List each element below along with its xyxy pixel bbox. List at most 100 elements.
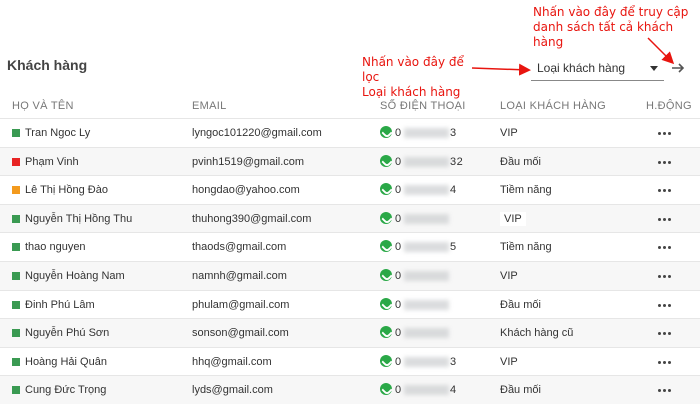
phone-end: 5	[450, 241, 457, 254]
phone-start: 0	[395, 184, 402, 197]
column-header-action: H.ĐỘNG	[646, 100, 692, 112]
phone-icon[interactable]	[380, 354, 392, 367]
customer-name[interactable]: Tran Ngoc Ly	[25, 127, 90, 139]
phone-masked	[404, 271, 449, 281]
status-indicator	[12, 214, 20, 223]
customer-type: Đầu mối	[500, 298, 541, 311]
customer-name[interactable]: Lê Thị Hồng Đào	[25, 184, 108, 196]
phone-start: 0	[395, 355, 402, 368]
customer-type: Khách hàng cũ	[500, 327, 574, 340]
status-indicator	[12, 129, 20, 137]
phone-masked	[404, 385, 449, 396]
table-row[interactable]: Phạm Vinh pvinh1519@gmail.com 0 32 Đầu mố…	[0, 146, 700, 176]
table-header: HỌ VÀ TÊN EMAIL SỐ ĐIỆN THOẠI LOẠI KHÁCH…	[0, 92, 700, 118]
more-icon[interactable]	[658, 189, 672, 193]
customer-email: hhq@gmail.com	[192, 355, 272, 368]
phone-masked	[404, 213, 449, 224]
customer-name[interactable]: Nguyễn Hoàng Nam	[25, 270, 125, 282]
table-row[interactable]: Nguyễn Hoàng Nam namnh@gmail.com 0 VIP	[0, 261, 700, 290]
status-indicator	[12, 157, 20, 166]
annotation-line: Nhấn vào đây để truy cập	[533, 5, 689, 19]
more-icon[interactable]	[658, 246, 672, 250]
table-row[interactable]: Nguyễn Phú Sơn sonson@gmail.com 0 Khách …	[0, 318, 700, 347]
table-row[interactable]: Cung Đức Trọng lyds@gmail.com 0 4 Đầu mối	[0, 375, 700, 404]
more-icon[interactable]	[658, 389, 672, 393]
more-icon[interactable]	[658, 160, 672, 165]
phone-icon[interactable]	[380, 269, 392, 281]
customer-email: thaods@gmail.com	[192, 241, 287, 254]
more-icon[interactable]	[658, 275, 672, 279]
customer-name[interactable]: thao nguyen	[25, 241, 86, 253]
column-header-phone[interactable]: SỐ ĐIỆN THOẠI	[380, 100, 466, 112]
table-row[interactable]: Tran Ngoc Ly lyngoc101220@gmail.com 0 3 V…	[0, 118, 700, 147]
filter-label: Loại khách hàng	[537, 61, 626, 75]
phone-masked	[404, 242, 449, 253]
annotation-line: Nhấn vào đây để lọc	[362, 55, 464, 84]
phone-end: 4	[450, 184, 457, 197]
phone-masked	[404, 356, 449, 367]
page-title: Khách hàng	[7, 57, 88, 73]
phone-start: 0	[395, 298, 402, 311]
phone-end: 4	[450, 384, 457, 397]
phone-icon[interactable]	[380, 240, 392, 253]
phone-start: 0	[395, 155, 402, 168]
phone-icon[interactable]	[380, 297, 392, 310]
phone-start: 0	[395, 327, 402, 340]
more-icon[interactable]	[658, 217, 672, 222]
phone-masked	[404, 299, 449, 310]
customer-type: Tiềm năng	[500, 184, 552, 197]
customer-name[interactable]: Đinh Phú Lâm	[25, 299, 95, 311]
phone-icon[interactable]	[380, 326, 392, 339]
customer-type: Đầu mối	[500, 384, 541, 397]
phone-start: 0	[395, 127, 402, 139]
table-row[interactable]: Đinh Phú Lâm phulam@gmail.com 0 Đầu mối	[0, 289, 700, 319]
customer-email: lyngoc101220@gmail.com	[192, 127, 322, 139]
phone-masked	[404, 128, 449, 138]
column-header-email[interactable]: EMAIL	[192, 100, 227, 112]
table-row[interactable]: Hoàng Hải Quân hhq@gmail.com 0 3 VIP	[0, 346, 700, 376]
customer-email: thuhong390@gmail.com	[192, 212, 312, 225]
phone-icon[interactable]	[380, 211, 392, 224]
table-row[interactable]: Nguyễn Thị Hồng Thu thuhong390@gmail.com…	[0, 203, 700, 233]
customer-email: pvinh1519@gmail.com	[192, 155, 305, 168]
customer-name[interactable]: Phạm Vinh	[25, 156, 79, 168]
customer-type: Tiềm năng	[500, 241, 552, 254]
more-icon[interactable]	[658, 303, 672, 308]
phone-start: 0	[395, 270, 402, 282]
phone-icon[interactable]	[380, 154, 392, 167]
arrow-right-icon[interactable]	[671, 61, 685, 75]
customer-email: phulam@gmail.com	[192, 298, 290, 311]
phone-start: 0	[395, 212, 402, 225]
column-header-name[interactable]: HỌ VÀ TÊN	[12, 100, 74, 112]
phone-icon[interactable]	[380, 183, 392, 196]
customer-name[interactable]: Nguyễn Thị Hồng Thu	[25, 213, 132, 225]
customer-name[interactable]: Hoàng Hải Quân	[25, 356, 107, 368]
status-indicator	[12, 300, 20, 309]
customer-email: namnh@gmail.com	[192, 270, 287, 282]
more-icon[interactable]	[658, 132, 672, 136]
more-icon[interactable]	[658, 360, 672, 365]
column-header-type[interactable]: LOẠI KHÁCH HÀNG	[500, 100, 606, 112]
phone-start: 0	[395, 241, 402, 254]
more-icon[interactable]	[658, 332, 672, 336]
phone-end: 3	[450, 127, 457, 139]
customer-type-filter[interactable]: Loại khách hàng	[531, 57, 664, 81]
phone-end: 32	[450, 155, 464, 168]
status-indicator	[12, 243, 20, 252]
phone-icon[interactable]	[380, 126, 392, 138]
customer-type: VIP	[500, 355, 518, 368]
phone-end: 3	[450, 355, 457, 368]
phone-icon[interactable]	[380, 383, 392, 396]
phone-masked	[404, 328, 449, 339]
status-indicator	[12, 386, 20, 395]
customer-type: VIP	[500, 270, 518, 282]
customer-email: sonson@gmail.com	[192, 327, 289, 340]
phone-masked	[404, 156, 449, 167]
status-indicator	[12, 186, 20, 195]
customer-type: VIP	[500, 211, 526, 226]
table-row[interactable]: Lê Thị Hồng Đào hongdao@yahoo.com 0 4 Tiề…	[0, 175, 700, 204]
table-row[interactable]: thao nguyen thaods@gmail.com 0 5 Tiềm năn…	[0, 232, 700, 261]
customer-name[interactable]: Nguyễn Phú Sơn	[25, 327, 109, 339]
customer-name[interactable]: Cung Đức Trọng	[25, 384, 106, 396]
status-indicator	[12, 272, 20, 280]
